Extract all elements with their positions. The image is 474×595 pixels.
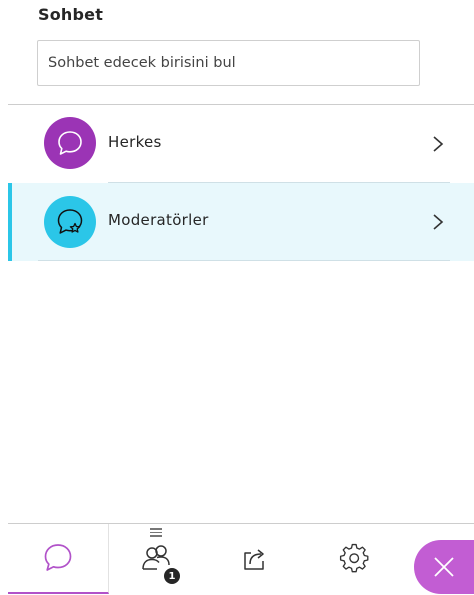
nav-chat-button[interactable] bbox=[8, 524, 109, 594]
search-field[interactable] bbox=[37, 40, 420, 86]
nav-share-button[interactable] bbox=[205, 524, 305, 594]
share-icon bbox=[244, 549, 264, 570]
chat-bubble-icon bbox=[44, 544, 72, 571]
nav-participants-button[interactable]: 1 bbox=[109, 524, 205, 594]
nav-settings-button[interactable] bbox=[305, 524, 405, 594]
chat-bubble-icon bbox=[58, 131, 82, 155]
participants-badge: 1 bbox=[164, 568, 180, 584]
everyone-avatar bbox=[44, 117, 96, 169]
panel-title: Sohbet bbox=[38, 5, 104, 24]
channel-label: Moderatörler bbox=[108, 211, 209, 229]
channel-label: Herkes bbox=[108, 133, 162, 151]
gear-icon bbox=[339, 543, 369, 573]
close-icon bbox=[434, 557, 454, 577]
divider bbox=[38, 260, 450, 261]
chevron-right-icon bbox=[433, 136, 444, 152]
chevron-right-icon bbox=[433, 214, 444, 230]
moderators-avatar bbox=[44, 196, 96, 248]
close-button[interactable] bbox=[414, 540, 474, 594]
channel-row-moderators[interactable]: Moderatörler bbox=[8, 183, 474, 261]
search-input[interactable] bbox=[38, 41, 419, 85]
channel-row-everyone[interactable]: Herkes bbox=[8, 105, 474, 183]
bottom-nav: 1 bbox=[8, 523, 474, 595]
chat-star-icon bbox=[57, 209, 83, 234]
